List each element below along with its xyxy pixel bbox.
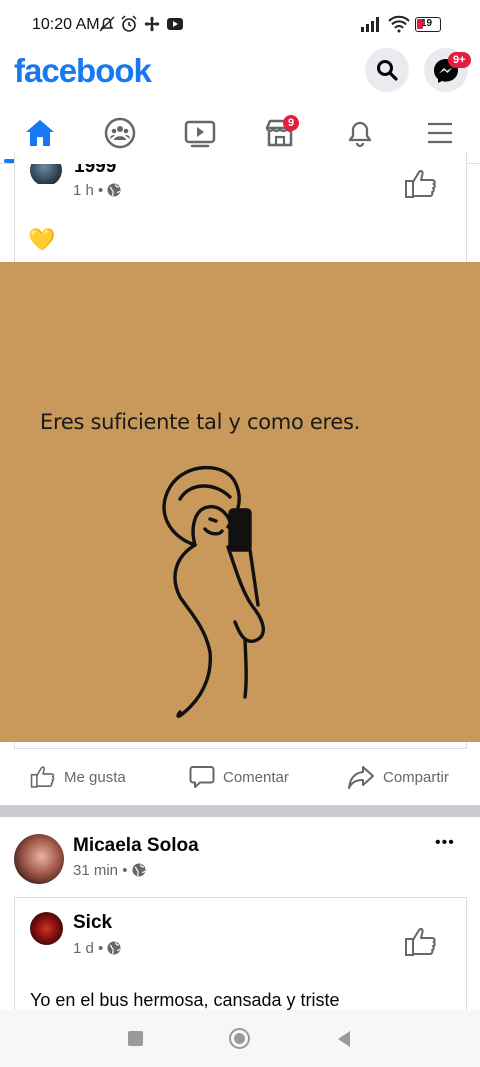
post1-avatar[interactable] <box>30 164 62 184</box>
post2-avatar[interactable] <box>14 834 64 884</box>
signal-icon <box>360 15 380 35</box>
alarm-icon <box>120 15 140 35</box>
like-label: Me gusta <box>64 768 126 786</box>
youtube-icon <box>166 15 186 35</box>
more-options-button[interactable]: ••• <box>435 834 455 852</box>
home-icon <box>26 120 54 146</box>
comment-label: Comentar <box>223 768 289 786</box>
shared-meta: 1 d • <box>73 940 121 957</box>
post1-emoji: 💛 <box>28 227 56 252</box>
globe-icon <box>132 863 146 877</box>
share-icon <box>348 766 374 789</box>
post2-meta: 31 min • <box>73 862 146 879</box>
thumbs-up-icon <box>405 927 436 956</box>
post1-image[interactable] <box>0 262 480 742</box>
fan-icon <box>143 15 163 35</box>
status-time: 10:20 AM <box>32 16 100 33</box>
globe-icon <box>107 183 121 197</box>
post1-author[interactable]: 1999 <box>74 164 116 178</box>
thumbs-up-icon <box>405 169 436 198</box>
search-button[interactable] <box>365 48 409 92</box>
share-label: Compartir <box>383 768 449 786</box>
battery-icon: 19 <box>415 17 441 32</box>
groups-icon <box>104 117 136 149</box>
post1-header-clip: 1999 <box>14 164 466 184</box>
post2-time[interactable]: 31 min <box>73 862 118 879</box>
shared-avatar[interactable] <box>30 912 63 945</box>
system-nav-bar <box>0 1010 480 1067</box>
like-icon <box>30 766 55 788</box>
facebook-logo[interactable]: facebook <box>14 52 152 90</box>
post1-time[interactable]: 1 h <box>73 182 94 199</box>
video-icon <box>184 120 216 148</box>
home-nav-icon[interactable] <box>229 1028 250 1049</box>
shared-like-button[interactable] <box>404 926 438 963</box>
back-icon[interactable] <box>336 1030 352 1053</box>
like-button[interactable]: Me gusta <box>30 760 126 794</box>
post-separator <box>0 805 480 817</box>
post1-meta: 1 h • <box>73 182 121 199</box>
bell-icon <box>348 121 372 148</box>
comment-icon <box>189 766 215 788</box>
share-button[interactable]: Compartir <box>347 760 449 794</box>
mute-bell-icon <box>98 15 118 35</box>
recents-icon[interactable] <box>128 1031 143 1046</box>
shared-author[interactable]: Sick <box>73 912 112 934</box>
post1-like-button[interactable] <box>404 168 438 205</box>
search-icon <box>377 60 398 81</box>
shared-post-text: Yo en el bus hermosa, cansada y triste <box>30 990 340 1010</box>
line-art-illustration <box>162 465 265 718</box>
comment-button[interactable]: Comentar <box>189 760 289 794</box>
wifi-icon <box>388 15 410 35</box>
marketplace-badge: 9 <box>283 115 300 131</box>
shared-time[interactable]: 1 d <box>73 940 94 957</box>
battery-level: 19 <box>421 18 433 29</box>
hamburger-icon <box>428 122 452 144</box>
status-bar: 10:20 AM 19 <box>0 0 480 52</box>
messenger-button[interactable]: 9+ <box>424 48 471 92</box>
post2-author[interactable]: Micaela Soloa <box>73 835 199 857</box>
post1-image-text: Eres suficiente tal y como eres. <box>40 410 361 434</box>
messenger-badge: 9+ <box>448 52 471 68</box>
globe-icon <box>107 941 121 955</box>
